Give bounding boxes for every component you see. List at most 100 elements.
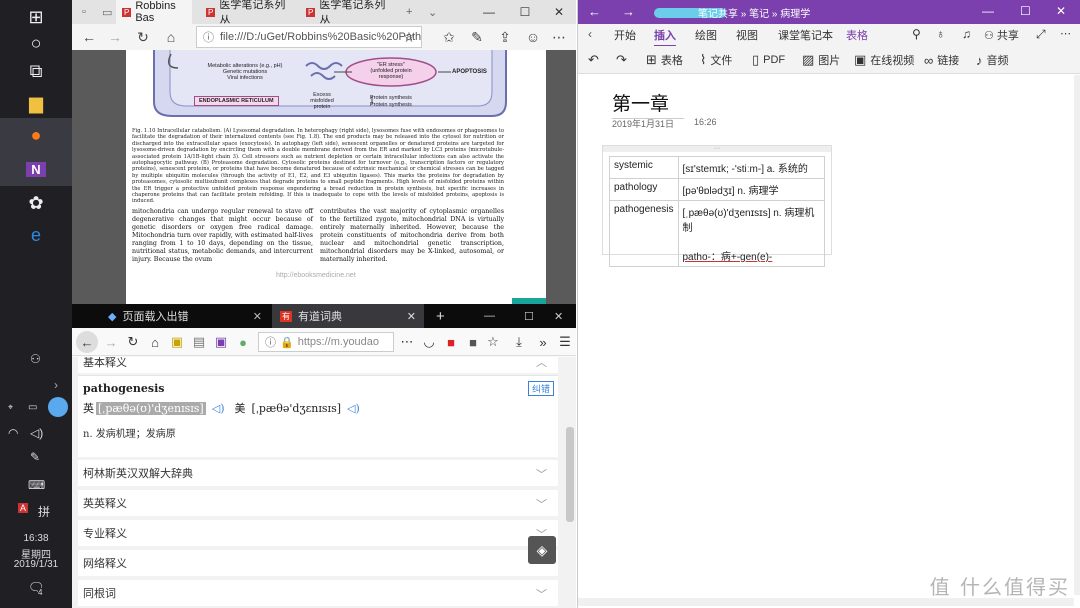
tab-list-chevron-icon[interactable]: ⌄ [422,0,442,24]
tab-close-icon[interactable]: ✕ [407,310,416,323]
clock-time[interactable]: 16:38 [0,533,72,544]
tray-app-icon[interactable]: ⌖ [8,402,13,413]
download-icon[interactable]: ⤓ [508,328,530,356]
tab-view[interactable]: 视图 [736,27,758,43]
speaker-icon[interactable]: ◁) [347,402,360,415]
flag-icon[interactable]: ■ [440,328,462,356]
expand-icon[interactable]: ⤢ [1036,27,1046,42]
ime-icon[interactable]: 拼 [38,503,50,520]
firefox-tab-0[interactable]: ◆ 页面载入出错 ✕ [100,304,270,328]
insert-pdf-button[interactable]: ▯ PDF [752,46,785,74]
favorite-star-icon[interactable]: ☆ [396,24,422,50]
forward-icon[interactable]: → [100,328,122,356]
minimize-button[interactable]: — [982,4,994,18]
section-collins[interactable]: 柯林斯英汉双解大辞典 ﹀ [78,460,558,486]
edge-url-field[interactable]: ⓘ file:///D:/uGet/Robbins%20Basic%20Path… [196,26,422,48]
tray-indicator-icon[interactable] [48,397,68,417]
file-explorer-icon[interactable]: ▆ [0,86,72,120]
tab-home[interactable]: 开始 [614,27,636,43]
speaker-icon[interactable]: ◁) [212,402,225,415]
term-cell[interactable]: pathology [609,178,679,201]
layers-icon[interactable]: ◈ [528,536,556,564]
table-row[interactable]: pathology [pə'θɒlədʒɪ] n. 病理学 [609,178,825,201]
onenote-icon[interactable]: N [0,152,72,186]
tab-table[interactable]: 表格 [846,27,868,43]
tab-insert[interactable]: 插入 [654,27,676,47]
search-icon[interactable]: ⚲ [912,27,921,41]
pocket-icon[interactable]: ◡ [418,328,440,356]
section-professional[interactable]: 专业释义 ﹀ [78,520,558,546]
close-button[interactable]: ✕ [1056,4,1066,18]
edge-tab-1[interactable]: P 医学笔记系列丛 [200,0,292,27]
refresh-icon[interactable]: ↻ [130,24,156,50]
minimize-button[interactable]: — [476,304,506,328]
maximize-button[interactable]: ☐ [516,304,546,328]
table-row[interactable]: systemic [sɪ'stemɪk; -'stiːm-] a. 系统的 [609,156,825,179]
section-web[interactable]: 网络释义 ﹀ [78,550,558,576]
share-button[interactable]: ⚇ 共享 [984,27,1019,43]
edge-tab-0[interactable]: P Robbins Bas [116,0,192,24]
home-icon[interactable]: ⌂ [144,328,166,356]
maximize-button[interactable]: ☐ [508,0,542,24]
pdf-viewer[interactable]: Metabolic alterations (e.g., pH) Genetic… [72,50,576,304]
firefox-icon[interactable]: ● [0,118,72,152]
app-icon[interactable]: ✿ [0,186,72,220]
lightbulb-icon[interactable]: ♁ [936,27,945,41]
edge-icon[interactable]: e [0,218,72,252]
forward-icon[interactable]: → [102,24,128,50]
breadcrumb[interactable]: 笔记共享 » 笔记 » 病理学 [698,5,810,20]
extension-dark-icon[interactable]: ■ [462,328,484,356]
insert-online-video-button[interactable]: ▣ 在线视频 [854,46,914,74]
page-actions-icon[interactable]: ⋯ [396,328,418,356]
edge-tab-2[interactable]: P 医学笔记系列丛 [300,0,392,27]
reader-icon[interactable]: ▤ [188,328,210,356]
volume-icon[interactable]: ◁) [30,426,43,440]
tab-class-notebook[interactable]: 课堂笔记本 [778,27,833,43]
uk-phonetic[interactable]: [ˌpæθə(ʊ)'dʒenɪsɪs] [96,401,206,415]
reload-icon[interactable]: ↻ [122,328,144,356]
back-icon[interactable]: ← [76,331,98,353]
section-basic-definition[interactable]: 基本释义 ︿ [78,357,558,373]
back-icon[interactable]: ← [588,4,601,19]
battery-icon[interactable]: ▭ [28,402,37,413]
definition-cell[interactable]: [sɪ'stemɪk; -'stiːm-] a. 系统的 [677,156,825,179]
close-button[interactable]: ✕ [546,304,576,328]
undo-icon[interactable]: ↶ [588,46,599,74]
insert-table-button[interactable]: ⊞ 表格 [646,46,683,74]
section-en-en[interactable]: 英英释义 ﹀ [78,490,558,516]
set-aside-tabs-icon[interactable]: ▫ [76,0,98,24]
keyboard-icon[interactable]: ⌨ [28,478,45,492]
firefox-url-field[interactable]: ⓘ 🔒 https://m.youdao [258,332,394,352]
minimize-button[interactable]: — [472,0,506,24]
feedback-icon[interactable]: ☺ [520,24,546,50]
close-button[interactable]: ✕ [542,0,576,24]
term-cell[interactable]: pathogenesis [609,200,679,267]
scrollbar[interactable] [1074,75,1080,595]
scrollbar-thumb[interactable] [566,427,574,522]
youdao-page[interactable]: 基本释义 ︿ pathogenesis 纠错 英 [ˌpæθə(ʊ)'dʒenɪ… [72,357,576,608]
definition-cell[interactable]: [pə'θɒlədʒɪ] n. 病理学 [677,178,825,201]
container-handle[interactable]: ⋯ [603,146,831,152]
onenote-clipper-icon[interactable]: ▣ [210,328,232,356]
tab-draw[interactable]: 绘图 [695,27,717,43]
new-tab-button[interactable]: + [400,0,420,24]
people-icon[interactable]: ⚇ [30,352,41,366]
new-tab-button[interactable]: + [428,304,448,328]
more-icon[interactable]: ⋯ [1060,27,1071,40]
maximize-button[interactable]: ☐ [1020,4,1031,18]
favorites-hub-icon[interactable]: ✩ [436,24,462,50]
tab-preview-icon[interactable]: ▭ [96,0,118,24]
bookmark-star-icon[interactable]: ☆ [482,328,504,356]
insert-file-button[interactable]: ⌇ 文件 [700,46,732,74]
pen-icon[interactable]: ✎ [30,450,40,464]
tab-close-icon[interactable]: ✕ [253,310,262,323]
share-icon[interactable]: ⇪ [492,24,518,50]
redo-icon[interactable]: ↷ [616,46,627,74]
insert-picture-button[interactable]: ▨ 图片 [802,46,840,74]
wifi-icon[interactable]: ◠ [8,426,18,440]
overflow-chevron-icon[interactable]: » [532,328,554,356]
menu-icon[interactable]: ☰ [554,328,576,356]
insert-audio-button[interactable]: ♪ 音频 [976,46,1009,74]
term-cell[interactable]: systemic [609,156,679,179]
bell-icon[interactable]: ♫ [962,27,971,41]
